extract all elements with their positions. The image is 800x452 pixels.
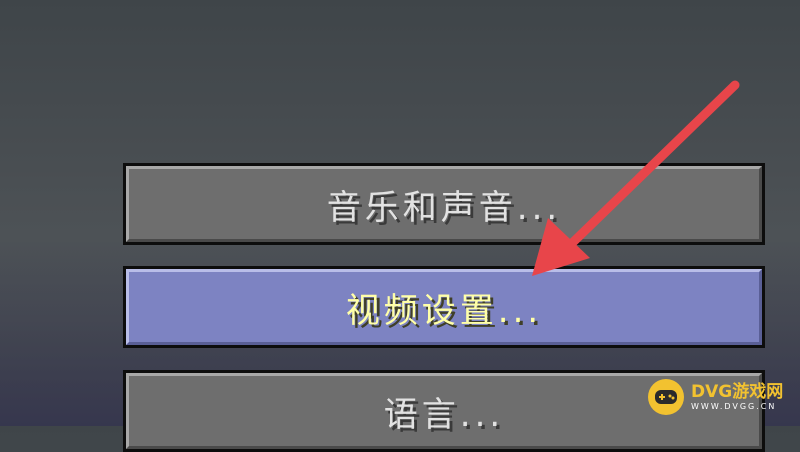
gamepad-icon (648, 379, 684, 415)
red-arrow-icon (532, 80, 740, 276)
watermark-brand: DVG游戏网 (691, 382, 784, 402)
watermark-domain: WWW.DVGG.CN (691, 402, 777, 411)
watermark: DVG游戏网 WWW.DVGG.CN (648, 372, 793, 422)
